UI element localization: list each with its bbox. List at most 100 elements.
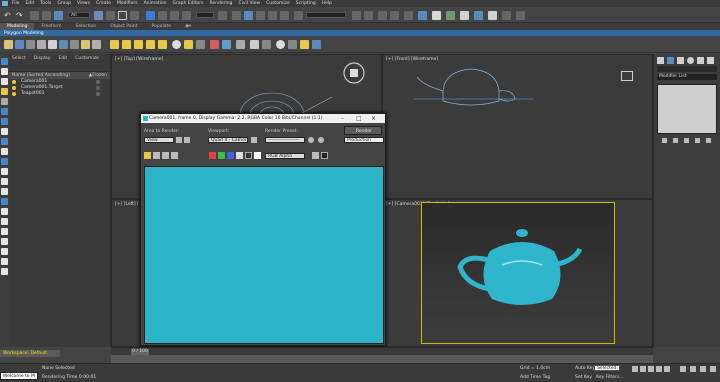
select-and-move-icon[interactable] <box>146 11 155 20</box>
modifier-list-dropdown[interactable]: Modifier List <box>657 74 717 80</box>
select-object-icon[interactable] <box>94 11 103 20</box>
strip-icon-21[interactable] <box>1 258 8 265</box>
ribbon-tool-icon-6[interactable] <box>59 40 68 49</box>
link-icon[interactable] <box>30 11 39 20</box>
track-bar[interactable] <box>111 355 653 363</box>
freeze-icon[interactable] <box>96 86 100 90</box>
strip-icon-14[interactable] <box>1 188 8 195</box>
monochrome-icon[interactable] <box>245 152 252 159</box>
toggle-ui-icon[interactable] <box>321 152 328 159</box>
viewport-front[interactable]: [+] [Front] [Wireframe] <box>382 54 653 199</box>
strip-icon-9[interactable] <box>1 138 8 145</box>
render-button[interactable]: Render <box>344 126 382 135</box>
key-filters-button[interactable]: Key Filters... <box>596 375 623 380</box>
freeze-icon[interactable] <box>96 92 100 96</box>
render-setup-icon[interactable] <box>446 11 455 20</box>
menu-rendering[interactable]: Rendering <box>209 1 232 6</box>
menu-animation[interactable]: Animation <box>144 1 167 6</box>
viewport-camera[interactable]: [+] [Camera001] [Realistic ] <box>382 199 653 347</box>
sphere-icon[interactable] <box>146 40 155 49</box>
channel-display-dropdown[interactable]: RGB Alpha <box>265 153 305 159</box>
auto-key-button[interactable]: Auto Key <box>575 366 595 371</box>
red-channel-icon[interactable] <box>209 152 216 159</box>
strip-icon-10[interactable] <box>1 148 8 155</box>
rectangular-selection-icon[interactable] <box>118 11 127 20</box>
set-key-button[interactable]: Set Key <box>575 375 592 380</box>
strip-icon-1[interactable] <box>1 58 8 65</box>
environment-effects-icon[interactable] <box>318 137 324 143</box>
tab-populate[interactable]: Populate <box>145 23 179 30</box>
viewcube-icon[interactable] <box>342 61 366 85</box>
show-end-result-icon[interactable] <box>673 138 678 143</box>
viewport-top-label[interactable]: [+] [Top] [Wireframe] <box>115 57 163 62</box>
swatch-icon[interactable] <box>254 152 261 159</box>
viewport-dropdown[interactable]: Quad 4 - Camera( <box>208 137 248 143</box>
window-crossing-icon[interactable] <box>130 11 139 20</box>
viewcube-front-icon[interactable] <box>621 71 633 81</box>
schematic-view-icon[interactable] <box>418 11 427 20</box>
blue-channel-icon[interactable] <box>227 152 234 159</box>
auto-region-icon[interactable] <box>184 137 190 143</box>
strip-icon-11[interactable] <box>1 158 8 165</box>
menu-file[interactable]: File <box>12 1 20 6</box>
keyboard-shortcut-icon[interactable] <box>232 11 241 20</box>
configure-modifier-sets-icon[interactable] <box>706 138 711 143</box>
play-icon[interactable] <box>648 366 654 372</box>
scene-menu-select[interactable]: Select <box>12 56 26 61</box>
strip-icon-18[interactable] <box>1 228 8 235</box>
strip-icon-12[interactable] <box>1 168 8 175</box>
undo-icon[interactable]: ↶ <box>4 11 13 20</box>
clear-image-icon[interactable] <box>171 152 178 159</box>
shape-icon[interactable] <box>250 40 259 49</box>
scene-explorer-icon[interactable] <box>390 11 399 20</box>
ribbon-tool-icon-3[interactable] <box>26 40 35 49</box>
menu-views[interactable]: Views <box>77 1 90 6</box>
list-item[interactable]: Teapot001 <box>9 91 110 97</box>
cylinder-icon[interactable] <box>134 40 143 49</box>
pin-stack-icon[interactable] <box>662 138 667 143</box>
named-selection-icon[interactable] <box>294 11 303 20</box>
redo-icon[interactable]: ↷ <box>16 11 25 20</box>
scene-menu-edit[interactable]: Edit <box>58 56 67 61</box>
utilities-tab-icon[interactable] <box>707 57 714 64</box>
strip-icon-5[interactable] <box>1 98 8 105</box>
maximize-viewport-icon[interactable] <box>710 366 716 372</box>
angle-snap-icon[interactable] <box>256 11 265 20</box>
bind-space-warp-icon[interactable] <box>54 11 63 20</box>
scene-menu-customize[interactable]: Customize <box>75 56 99 61</box>
ribbon-tool-icon-4[interactable] <box>37 40 46 49</box>
maxscript-listener[interactable]: Welcome to M <box>0 372 38 380</box>
strip-icon-2[interactable] <box>1 68 8 75</box>
visibility-icon[interactable] <box>12 86 16 90</box>
app-logo-icon[interactable] <box>2 1 8 6</box>
select-and-scale-icon[interactable] <box>170 11 179 20</box>
visibility-icon[interactable] <box>12 92 16 96</box>
display-icon[interactable] <box>276 40 285 49</box>
ribbon-tool-icon-2[interactable] <box>15 40 24 49</box>
menu-scripting[interactable]: Scripting <box>296 1 316 6</box>
strip-icon-4[interactable] <box>1 88 8 95</box>
toggle-ui-overlay-icon[interactable] <box>312 152 319 159</box>
menu-group[interactable]: Group <box>57 1 71 6</box>
strip-icon-6[interactable] <box>1 108 8 115</box>
menu-edit[interactable]: Edit <box>26 1 35 6</box>
hierarchy-tab-icon[interactable] <box>677 57 684 64</box>
mirror-icon[interactable] <box>352 11 361 20</box>
menu-create[interactable]: Create <box>96 1 111 6</box>
workspace-dropdown[interactable]: Workspace: Default <box>0 350 60 357</box>
render-preset-dropdown[interactable]: ------------------- <box>265 137 305 143</box>
previous-frame-icon[interactable] <box>640 366 646 372</box>
strip-icon-19[interactable] <box>1 238 8 245</box>
zoom-icon[interactable] <box>680 366 686 372</box>
strip-icon-13[interactable] <box>1 178 8 185</box>
select-by-name-icon[interactable] <box>106 11 115 20</box>
minimize-button[interactable]: – <box>341 115 344 122</box>
orbit-icon[interactable] <box>700 366 706 372</box>
spacewarp-icon[interactable] <box>210 40 219 49</box>
scene-menu-display[interactable]: Display <box>34 56 51 61</box>
ribbon-tool-icon-9[interactable] <box>92 40 101 49</box>
layer-explorer-icon[interactable] <box>378 11 387 20</box>
menu-graph-editors[interactable]: Graph Editors <box>173 1 204 6</box>
lock-viewport-icon[interactable] <box>251 137 257 143</box>
pivot-center-icon[interactable] <box>218 11 227 20</box>
